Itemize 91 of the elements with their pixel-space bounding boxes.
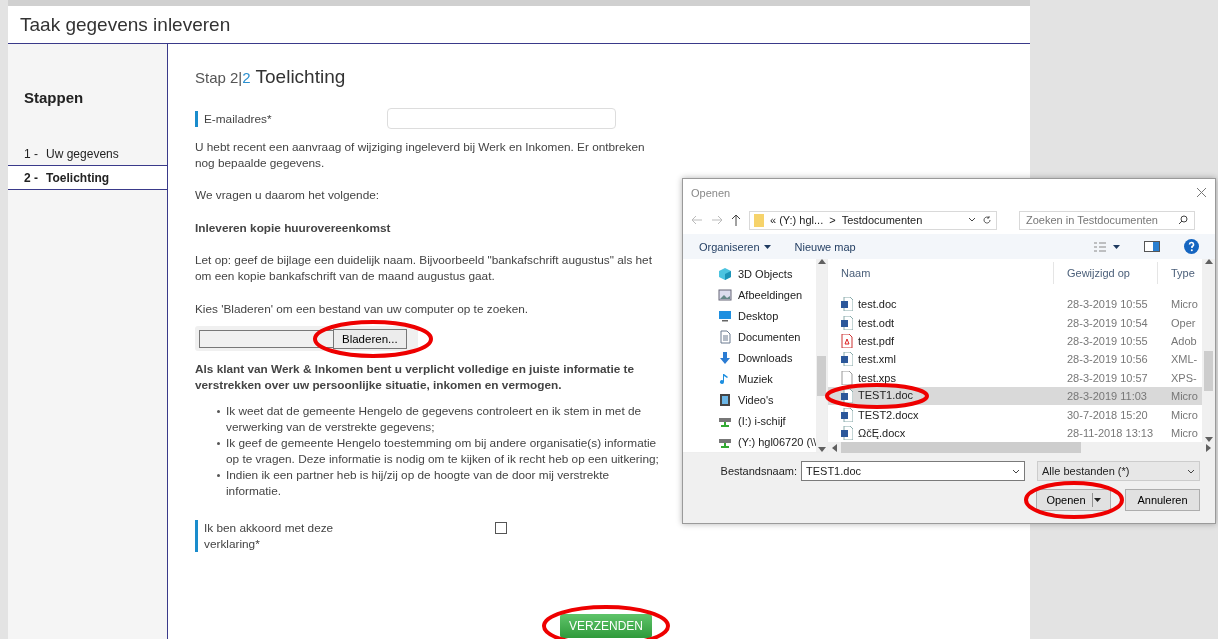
dialog-title: Openen — [691, 186, 731, 199]
document-icon — [718, 330, 732, 345]
nav-item[interactable]: Desktop — [718, 305, 817, 327]
forward-arrow-icon — [711, 215, 723, 225]
cube-icon — [718, 267, 732, 282]
bullet-icon — [217, 474, 220, 477]
bullet-icon — [217, 410, 220, 413]
list-item: Indien ik een partner heb is hij/zij op de hoogte van de door mij verstrekte informatie. — [226, 467, 610, 499]
download-icon — [718, 351, 732, 365]
nav-item[interactable]: Downloads — [718, 347, 817, 369]
scroll-arrow-icon[interactable] — [817, 259, 826, 264]
scrollbar-thumb[interactable] — [841, 442, 1081, 454]
close-icon — [1196, 187, 1207, 198]
file-upload-field[interactable]: Bladeren... — [195, 326, 418, 351]
refresh-icon — [982, 215, 992, 225]
up-button[interactable] — [731, 214, 741, 226]
nav-item[interactable]: (Y:) hgl06720 (\\ — [718, 431, 817, 452]
browse-button[interactable]: Bladeren... — [333, 328, 407, 349]
scroll-arrow-icon[interactable] — [1204, 259, 1213, 264]
organize-button[interactable]: Organiseren — [699, 240, 771, 253]
file-type-dropdown[interactable]: Alle bestanden (*) — [1037, 461, 1200, 481]
folder-icon — [754, 213, 764, 227]
view-options-icon[interactable] — [1094, 241, 1120, 252]
word-document-icon — [841, 407, 853, 422]
list-item: Ik geef de gemeente Hengelo toestemming om bij andere organisatie(s) informatie op te vragen. Deze informatie is nodig om te kijken of ik recht heb op een uitkering; — [226, 435, 660, 467]
pdf-document-icon — [841, 333, 853, 348]
blank-document-icon — [841, 370, 853, 385]
film-icon — [718, 392, 732, 407]
word-document-icon — [841, 315, 853, 330]
bold-paragraph: Als klant van Werk & Inkomen bent u verplicht volledige en juiste informatie te verstrekken over uw persoonlijke situatie, inkomen en vermogen. — [195, 360, 635, 393]
sidebar-heading: Stappen — [23, 89, 85, 106]
page-title: Taak gegevens inleveren — [20, 14, 232, 36]
nav-item[interactable]: Video's — [718, 389, 817, 411]
file-row[interactable]: test.doc 28-3-2019 10:55 Micro — [828, 295, 1202, 314]
scrollbar-thumb[interactable] — [817, 355, 827, 396]
preview-pane-icon[interactable] — [1144, 241, 1160, 252]
list-item: Ik weet dat de gemeente Hengelo de gegevens controleert en ik stem in met de verwerking van de verstrekte gegevens; — [226, 403, 643, 435]
checkbox-label: Ik ben akkoord met deze verklaring* — [195, 519, 345, 552]
file-row[interactable]: ΩčĘ.docx 28-11-2018 13:13 Micro — [828, 423, 1202, 443]
column-header[interactable]: Gewijzigd op — [1054, 261, 1158, 284]
word-document-icon — [841, 425, 853, 440]
file-row[interactable]: test.xml 28-3-2019 10:56 XML- — [828, 350, 1202, 369]
address-bar[interactable]: « (Y:) hgl... > Testdocumenten — [749, 210, 997, 230]
paragraph: Let op: geef de bijlage een duidelijk naam. Bijvoorbeeld "bankafschrift augustus" als het om een kopie bankafschrift van de maand augustus gaat. — [195, 252, 653, 284]
word-document-icon — [841, 352, 853, 367]
scrollbar-thumb[interactable] — [1204, 350, 1213, 391]
search-field[interactable]: Zoeken in Testdocumenten — [1019, 210, 1195, 230]
paragraph: U hebt recent een aanvraag of wijziging ingeleverd bij Werk en Inkomen. Er ontbreken nog bepaalde gegevens. — [195, 138, 646, 171]
up-arrow-icon — [731, 214, 741, 226]
email-input[interactable] — [387, 108, 616, 129]
bullet-icon — [217, 442, 220, 445]
pictures-icon — [718, 288, 732, 303]
cancel-button[interactable]: Annuleren — [1125, 489, 1200, 511]
file-row[interactable]: test.odt 28-3-2019 10:54 Oper — [828, 313, 1202, 332]
file-row[interactable]: test.pdf 28-3-2019 10:55 Adob — [828, 331, 1202, 351]
step-heading: Stap 2|2 Toelichting — [195, 66, 347, 88]
path-text: Testdocumenten — [841, 214, 923, 226]
chevron-icon — [1187, 468, 1195, 474]
nav-item[interactable]: Muziek — [718, 368, 817, 390]
nav-item[interactable]: Afbeeldingen — [718, 284, 817, 306]
step-item[interactable]: 2 - Toelichting — [8, 166, 167, 190]
search-placeholder: Zoeken in Testdocumenten — [1026, 214, 1158, 226]
path-text: « (Y:) hgl... — [770, 214, 824, 226]
path-separator: > — [829, 214, 836, 226]
file-row[interactable]: test.xps 28-3-2019 10:57 XPS- — [828, 368, 1202, 387]
caret-icon — [1091, 493, 1101, 507]
chevron-icon — [968, 217, 976, 223]
filename-label: Bestandsnaam: — [720, 465, 797, 477]
nav-item[interactable]: (I:) i-schijf — [718, 410, 817, 432]
paragraph: We vragen u daarom het volgende: — [195, 187, 381, 203]
paragraph: Kies 'Bladeren' om een bestand van uw computer op te zoeken. — [195, 300, 530, 317]
column-header[interactable]: Naam — [828, 261, 1054, 284]
checkbox[interactable] — [495, 521, 507, 534]
help-icon[interactable] — [1184, 239, 1199, 254]
column-header[interactable]: Type — [1158, 261, 1202, 284]
nav-item[interactable]: Documenten — [718, 326, 817, 348]
open-button[interactable]: Openen — [1036, 489, 1111, 511]
caret-icon — [763, 244, 771, 249]
file-row[interactable]: TEST1.doc 28-3-2019 11:03 Micro — [828, 386, 1202, 406]
back-arrow-icon — [691, 215, 703, 225]
filename-field[interactable]: TEST1.doc — [801, 461, 1025, 481]
file-row[interactable]: TEST2.docx 30-7-2018 15:20 Micro — [828, 405, 1202, 424]
word-document-icon — [841, 297, 853, 312]
bold-paragraph: Inleveren kopie huurovereenkomst — [195, 219, 392, 236]
search-icon — [1178, 215, 1188, 225]
nav-item[interactable]: 3D Objects — [718, 264, 817, 285]
monitor-icon — [718, 309, 732, 324]
new-folder-button[interactable]: Nieuwe map — [794, 240, 856, 253]
chevron-icon — [1012, 468, 1020, 474]
word-document-icon — [841, 389, 853, 404]
close-button[interactable] — [1196, 187, 1207, 198]
